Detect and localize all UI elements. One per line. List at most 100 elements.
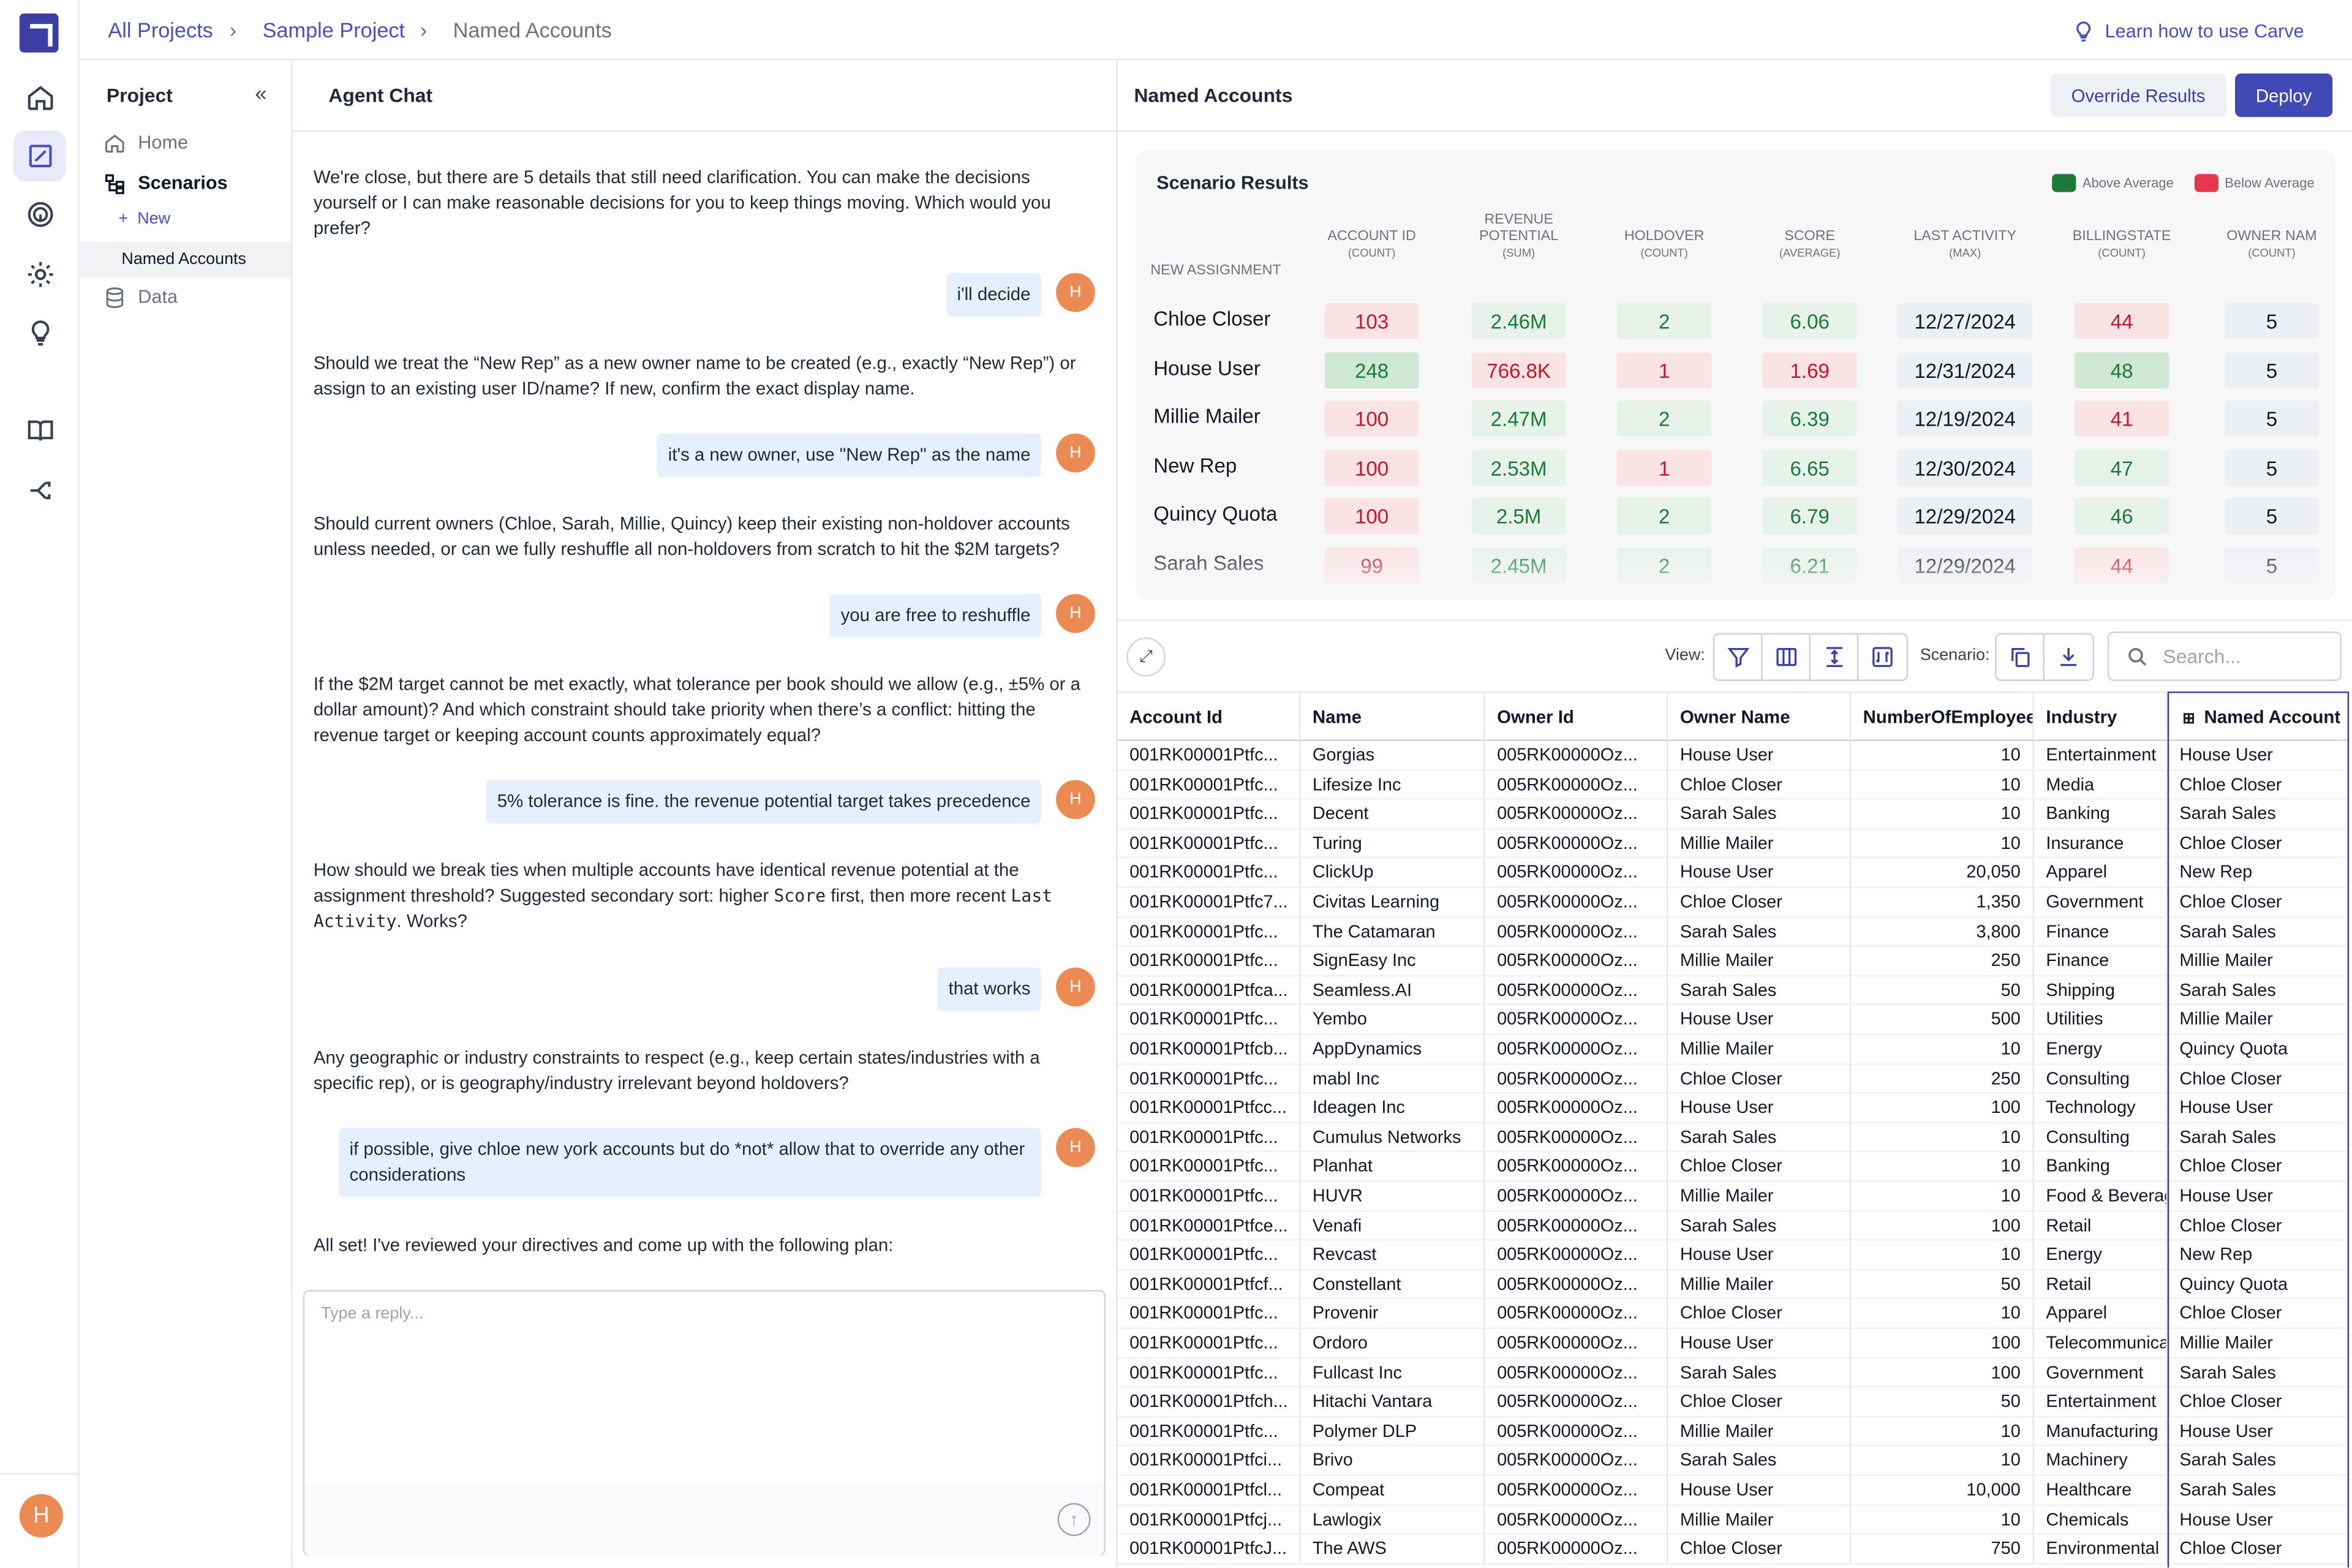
- user-message: you are free to reshuffle H: [830, 594, 1095, 638]
- carve-logo[interactable]: [19, 13, 59, 53]
- scenario-cell: 2.53M: [1471, 450, 1566, 486]
- gear-icon[interactable]: [13, 249, 66, 300]
- table-row[interactable]: 001RK00001Ptfca... Seamless.AI 005RK00000O…: [1117, 976, 2352, 1006]
- send-arrow-icon[interactable]: ↑: [1057, 1502, 1091, 1536]
- table-row[interactable]: 001RK00001Ptfcj... Lawlogix 005RK00000Oz..…: [1117, 1505, 2352, 1535]
- header-label: NumberOfEmployees: [1863, 706, 2034, 728]
- sidebar-item-data[interactable]: Data: [80, 279, 291, 315]
- table-row[interactable]: 001RK00001Ptfc... Yembo 005RK00000Oz... Hou…: [1117, 1005, 2352, 1035]
- table-row[interactable]: 001RK00001Ptfc... ClickUp 005RK00000Oz... H…: [1117, 858, 2352, 888]
- table-cell: 001RK00001Ptfc...: [1117, 917, 1301, 947]
- learn-link[interactable]: Learn how to use Carve: [2072, 20, 2304, 43]
- docs-book-icon[interactable]: [13, 405, 66, 456]
- table-row[interactable]: 001RK00001Ptfcb... AppDynamics 005RK00000O…: [1117, 1035, 2352, 1065]
- table-row[interactable]: 001RK00001Ptfcc... Ideagen Inc 005RK00000O…: [1117, 1093, 2352, 1123]
- table-cell: Food & Beverage: [2034, 1182, 2168, 1212]
- table-row[interactable]: 001RK00001Ptfc... Lifesize Inc 005RK00000O…: [1117, 770, 2352, 800]
- table-row[interactable]: 001RK00001PtfcJ... The AWS 005RK00000Oz...…: [1117, 1534, 2352, 1564]
- copy-icon[interactable]: [1997, 634, 2045, 680]
- deploy-button[interactable]: Deploy: [2235, 74, 2333, 118]
- columns-icon[interactable]: [1763, 634, 1811, 680]
- table-row[interactable]: 001RK00001Ptfc... Cumulus Networks 005RK00…: [1117, 1123, 2352, 1153]
- table-cell: 005RK00000Oz...: [1485, 1358, 1668, 1388]
- table-header-cell[interactable]: Account Id: [1117, 691, 1301, 741]
- user-avatar[interactable]: H: [19, 1494, 63, 1538]
- fingerprint-icon[interactable]: [13, 189, 66, 240]
- table-cell: Entertainment: [2034, 741, 2168, 771]
- table-cell: mabl Inc: [1300, 1064, 1485, 1094]
- expand-icon[interactable]: ⤢: [1126, 637, 1166, 677]
- scenario-results-card: Scenario Results Above Average Below Ave…: [1135, 149, 2336, 600]
- table-cell: Cumulus Networks: [1300, 1123, 1485, 1153]
- table-cell: 005RK00000Oz...: [1485, 946, 1668, 976]
- column-header-aggregate: (COUNT): [1640, 246, 1688, 260]
- table-cell: Sarah Sales: [1668, 799, 1852, 829]
- table-row[interactable]: 001RK00001Ptfc... SignEasy Inc 005RK00000O…: [1117, 946, 2352, 976]
- divider: [1117, 619, 2352, 621]
- table-row[interactable]: 001RK00001Ptfc... The Catamaran 005RK00000…: [1117, 917, 2352, 947]
- override-results-button[interactable]: Override Results: [2050, 74, 2226, 118]
- table-row[interactable]: 001RK00001Ptfc... Fullcast Inc 005RK00000O…: [1117, 1358, 2352, 1388]
- table-row[interactable]: 001RK00001Ptfc... Decent 005RK00000Oz... Sa…: [1117, 799, 2352, 829]
- table-cell: 250: [1851, 1064, 2034, 1094]
- table-row[interactable]: 001RK00001Ptfc... Ordoro 005RK00000Oz... Ho…: [1117, 1329, 2352, 1359]
- table-cell: Consulting: [2034, 1123, 2168, 1153]
- table-row[interactable]: 001RK00001Ptfc7... Civitas Learning 005RK0…: [1117, 888, 2352, 918]
- table-header-cell[interactable]: NumberOfEmployees: [1851, 691, 2034, 741]
- row-height-icon[interactable]: [1811, 634, 1859, 680]
- table-cell: 005RK00000Oz...: [1485, 1182, 1668, 1212]
- table-row[interactable]: 001RK00001Ptfc... HUVR 005RK00000Oz... Mill…: [1117, 1182, 2352, 1212]
- table-row[interactable]: 001RK00001Ptfc... Turing 005RK00000Oz... Mi…: [1117, 829, 2352, 859]
- sidebar-item-home[interactable]: Home: [80, 124, 291, 160]
- table-row[interactable]: 001RK00001Ptfce... Venafi 005RK00000Oz... S…: [1117, 1211, 2352, 1241]
- table-header-cell[interactable]: ⊞ Named Account: [2167, 691, 2350, 741]
- integrations-share-icon[interactable]: [13, 465, 66, 516]
- scenario-column-header: SCORE (AVERAGE): [1747, 228, 1872, 261]
- table-header-cell[interactable]: Owner Id: [1485, 691, 1668, 741]
- table-header-cell[interactable]: Name: [1300, 691, 1485, 741]
- collapse-sidebar-icon[interactable]: «: [255, 81, 266, 105]
- sidebar-item-scenarios[interactable]: Scenarios: [80, 165, 291, 201]
- scenario-cell: 2: [1617, 303, 1712, 339]
- filter-icon[interactable]: [1714, 634, 1763, 680]
- agent-text: first, then more recent: [826, 884, 1011, 907]
- table-cell: Retail: [2034, 1270, 2168, 1300]
- table-row[interactable]: 001RK00001Ptfc... Provenir 005RK00000Oz...…: [1117, 1299, 2352, 1329]
- lightbulb-icon[interactable]: [13, 307, 66, 358]
- home-icon[interactable]: [13, 72, 66, 123]
- search-input[interactable]: [2160, 643, 2325, 669]
- table-row[interactable]: 001RK00001Ptfch... Hitachi Vantara 005RK00…: [1117, 1387, 2352, 1417]
- table-row[interactable]: 001RK00001Ptfcf... Constellant 005RK00000O…: [1117, 1270, 2352, 1300]
- reply-input[interactable]: [304, 1291, 1104, 1479]
- table-row[interactable]: 001RK00001Ptfcl... Compeat 005RK00000Oz...…: [1117, 1476, 2352, 1506]
- breadcrumb-sample-project[interactable]: Sample Project: [263, 18, 405, 42]
- table-header-cell[interactable]: Industry: [2034, 691, 2168, 741]
- breadcrumb-all-projects[interactable]: All Projects: [108, 18, 213, 42]
- table-cell: Machinery: [2034, 1446, 2168, 1476]
- table-row[interactable]: 001RK00001Ptfci... Brivo 005RK00000Oz... Sa…: [1117, 1446, 2352, 1476]
- table-header-cell[interactable]: Owner Name: [1668, 691, 1852, 741]
- table-cell: 10: [1851, 1123, 2034, 1153]
- table-row[interactable]: 001RK00001Ptfc... Revcast 005RK00000Oz... H…: [1117, 1240, 2352, 1270]
- table-cell: Shipping: [2034, 976, 2168, 1006]
- table-cell: 001RK00001Ptfc...: [1117, 1329, 1301, 1359]
- table-row[interactable]: 001RK00001Ptfc... Gorgias 005RK00000Oz... H…: [1117, 741, 2352, 771]
- table-cell: 001RK00001Ptfch...: [1117, 1387, 1301, 1417]
- table-cell: Chloe Closer: [1668, 1299, 1852, 1329]
- table-cell: 10: [1851, 741, 2034, 771]
- code-text: Score: [774, 884, 826, 907]
- table-cell: Utilities: [2034, 1005, 2168, 1035]
- new-scenario-button[interactable]: + New: [118, 210, 170, 228]
- table-row[interactable]: 001RK00001Ptfc... Polymer DLP 005RK00000Oz…: [1117, 1417, 2352, 1447]
- table-cell: SignEasy Inc: [1300, 946, 1485, 976]
- table-cell: House User: [1668, 1329, 1852, 1359]
- table-cell: Chloe Closer: [2167, 770, 2350, 800]
- table-row[interactable]: 001RK00001Ptfc... Planhat 005RK00000Oz... C…: [1117, 1152, 2352, 1182]
- sidebar-item-named-accounts[interactable]: Named Accounts: [79, 241, 292, 278]
- download-icon[interactable]: [2045, 635, 2092, 679]
- group-icon[interactable]: [1858, 635, 1906, 679]
- chevron-right-icon: ›: [420, 18, 428, 42]
- table-row[interactable]: 001RK00001Ptfc... mabl Inc 005RK00000Oz...…: [1117, 1064, 2352, 1094]
- learn-link-label: Learn how to use Carve: [2105, 21, 2304, 42]
- edit-scenario-icon[interactable]: [13, 130, 66, 182]
